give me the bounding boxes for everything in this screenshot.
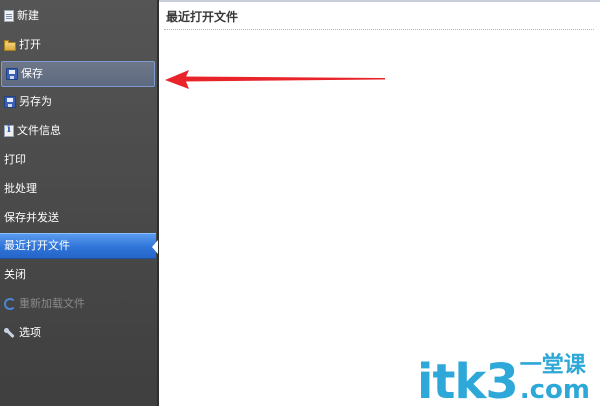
menu-item-label: 保存 bbox=[21, 67, 43, 80]
menu-item-new[interactable]: 新建 bbox=[0, 3, 156, 29]
menu-item-label: 最近打开文件 bbox=[4, 239, 70, 252]
save-disk-icon bbox=[6, 68, 18, 80]
menu-item-save-as[interactable]: 另存为 bbox=[0, 89, 156, 115]
menu-item-label: 选项 bbox=[19, 326, 41, 339]
title-divider bbox=[164, 29, 594, 30]
recent-files-panel: 最近打开文件 bbox=[159, 0, 600, 406]
menu-item-label: 另存为 bbox=[19, 95, 52, 108]
menu-item-file-info[interactable]: 文件信息 bbox=[0, 118, 156, 144]
menu-item-close[interactable]: 关闭 bbox=[0, 262, 156, 288]
menu-item-open[interactable]: 打开 bbox=[0, 32, 156, 58]
menu-item-label: 打印 bbox=[4, 153, 26, 166]
menu-item-options[interactable]: 选项 bbox=[0, 320, 156, 346]
backstage-view: 新建 打开 保存 另存为 文件信息 打印 批处理 保存并发送 最近打开文 bbox=[0, 0, 600, 406]
menu-item-label: 保存并发送 bbox=[4, 211, 59, 224]
red-arrow-annotation bbox=[165, 70, 385, 89]
tools-icon bbox=[4, 327, 16, 339]
menu-item-label: 重新加载文件 bbox=[19, 297, 85, 310]
menu-item-reload-file[interactable]: 重新加载文件 bbox=[0, 291, 156, 317]
menu-item-label: 关闭 bbox=[4, 268, 26, 281]
menu-item-label: 批处理 bbox=[4, 182, 37, 195]
menu-item-label: 文件信息 bbox=[17, 124, 61, 137]
backstage-sidebar: 新建 打开 保存 另存为 文件信息 打印 批处理 保存并发送 最近打开文 bbox=[0, 0, 159, 406]
new-document-icon bbox=[4, 10, 14, 22]
menu-item-label: 打开 bbox=[19, 38, 41, 51]
panel-title: 最近打开文件 bbox=[166, 10, 239, 24]
file-info-icon bbox=[4, 124, 14, 137]
reload-icon bbox=[4, 298, 16, 310]
watermark-domain-text: .com bbox=[519, 375, 590, 405]
watermark-right: 一堂课 .com bbox=[519, 354, 590, 405]
watermark-logo-text: itk3 bbox=[417, 354, 519, 406]
menu-item-save[interactable]: 保存 bbox=[1, 61, 155, 87]
menu-item-print[interactable]: 打印 bbox=[0, 147, 156, 173]
menu-item-recent-files[interactable]: 最近打开文件 bbox=[0, 233, 158, 259]
save-as-disk-icon bbox=[4, 96, 16, 108]
menu-item-save-and-send[interactable]: 保存并发送 bbox=[0, 205, 156, 231]
menu-item-batch[interactable]: 批处理 bbox=[0, 176, 156, 202]
folder-open-icon bbox=[4, 39, 16, 51]
arrow-shaft bbox=[183, 76, 385, 82]
site-watermark: itk3 一堂课 .com bbox=[417, 354, 590, 406]
menu-item-label: 新建 bbox=[17, 9, 39, 22]
